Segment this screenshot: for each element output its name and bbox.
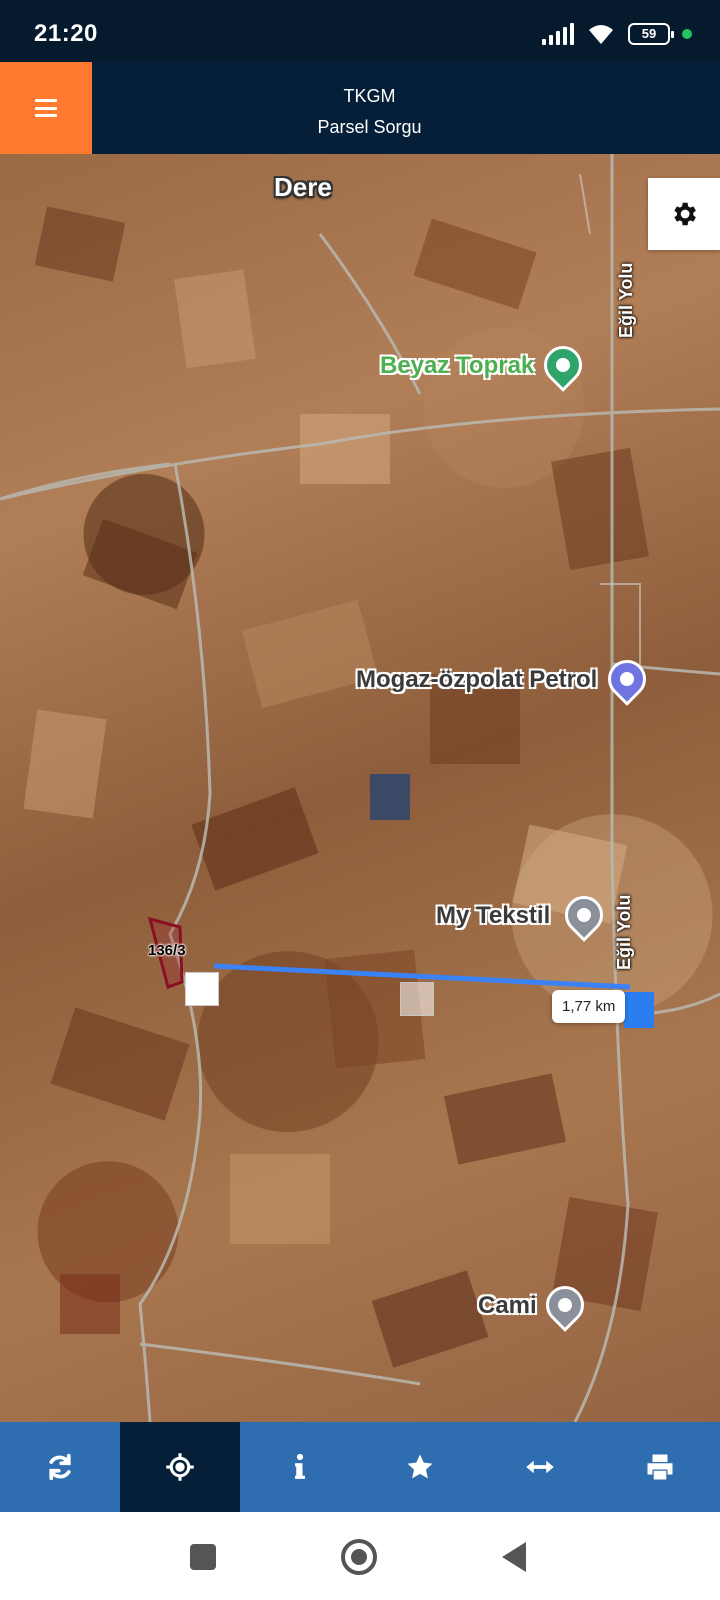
solar-panel	[370, 774, 410, 820]
road-label-egil-yolu-south: Eğil Yolu	[614, 894, 634, 970]
map-label-cami: Cami	[478, 1292, 537, 1319]
battery-level: 59	[641, 26, 657, 41]
app-subtitle: Parsel Sorgu	[317, 117, 422, 137]
measure-start-handle[interactable]	[185, 972, 219, 1006]
back-icon[interactable]	[502, 1542, 526, 1572]
measure-mid-handle[interactable]	[400, 982, 434, 1016]
battery-icon: 59	[628, 23, 674, 45]
status-bar: 21:20 59	[0, 0, 720, 62]
hamburger-menu-icon	[35, 99, 57, 117]
star-icon	[407, 1454, 433, 1479]
arrows-horizontal-icon	[526, 1460, 554, 1474]
home-icon[interactable]	[341, 1539, 377, 1575]
status-time: 21:20	[34, 20, 98, 47]
parcel-label: 136/3	[148, 942, 186, 959]
map-label-beyaz-toprak: Beyaz Toprak	[380, 352, 535, 379]
recent-apps-icon[interactable]	[190, 1544, 216, 1570]
locate-button[interactable]	[120, 1422, 240, 1512]
map-terrain	[0, 154, 720, 1422]
refresh-button[interactable]	[0, 1422, 120, 1512]
dot-indicator	[682, 29, 692, 39]
app-header: TKGM Parsel Sorgu	[0, 62, 720, 154]
favorites-button[interactable]	[360, 1422, 480, 1512]
map-label-dere: Dere	[274, 172, 332, 202]
measure-button[interactable]	[480, 1422, 600, 1512]
info-button[interactable]	[240, 1422, 360, 1512]
gear-icon	[674, 202, 696, 226]
measurement-tooltip: 1,77 km	[552, 990, 626, 1023]
wifi-icon	[589, 25, 613, 44]
satellite-map[interactable]: Dere Beyaz Toprak Mogaz-özpolat Petrol M…	[0, 154, 720, 1422]
refresh-icon	[49, 1453, 71, 1481]
menu-button[interactable]	[0, 62, 92, 154]
measure-end-marker[interactable]	[624, 992, 654, 1028]
header-titles: TKGM Parsel Sorgu	[92, 62, 647, 154]
road-label-egil-yolu-north: Eğil Yolu	[616, 262, 636, 338]
print-button[interactable]	[600, 1422, 720, 1512]
settings-button[interactable]	[648, 178, 720, 250]
map-label-mogaz-petrol: Mogaz-özpolat Petrol	[356, 666, 598, 693]
status-icons: 59	[542, 22, 692, 46]
map-label-my-tekstil: My Tekstil	[436, 902, 551, 929]
app-title: TKGM	[343, 86, 396, 106]
signal-icon	[542, 23, 574, 45]
system-nav-bar	[0, 1512, 720, 1600]
print-icon	[647, 1454, 673, 1480]
crosshair-icon	[166, 1453, 194, 1481]
bottom-toolbar	[0, 1422, 720, 1512]
info-icon	[295, 1453, 305, 1479]
